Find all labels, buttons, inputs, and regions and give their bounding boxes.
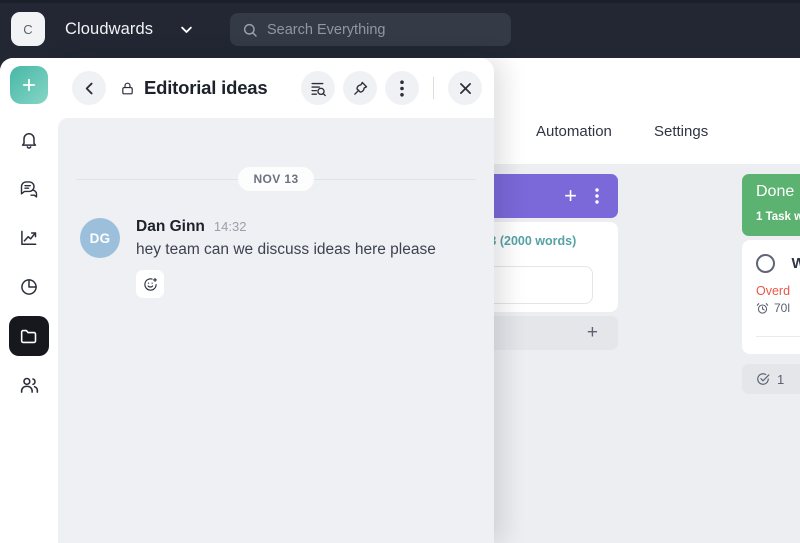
comments-icon — [19, 179, 39, 199]
message-timestamp: 14:32 — [213, 219, 247, 234]
pulse-icon — [19, 228, 39, 248]
done-column-title: Done — [756, 183, 795, 200]
chevron-left-icon[interactable] — [72, 71, 106, 105]
add-task-plus-icon: + — [586, 322, 598, 343]
done-task-name: W — [791, 255, 800, 272]
add-new-icon[interactable] — [10, 66, 48, 104]
sidebar-item-pulse[interactable] — [9, 218, 49, 258]
add-reaction-icon[interactable] — [136, 270, 164, 298]
sidebar-item-notifications[interactable] — [9, 120, 49, 160]
task-time-value: 70l — [774, 301, 791, 315]
notifications-icon — [19, 130, 39, 150]
app-window: C Cloudwards Search Everything d Automat… — [0, 0, 800, 543]
tab-automation[interactable]: Automation — [536, 123, 612, 140]
overdue-status: Overd — [756, 284, 791, 298]
task-complete-checkbox[interactable] — [756, 254, 775, 273]
left-sidebar — [0, 58, 58, 543]
done-task-card[interactable]: W Overd 70l — [742, 240, 800, 354]
search-icon — [242, 22, 258, 38]
search-input[interactable]: Search Everything — [230, 13, 511, 46]
sidebar-item-spaces[interactable] — [9, 316, 49, 356]
date-separator-label: NOV 13 — [238, 167, 314, 191]
tab-settings[interactable]: Settings — [654, 123, 708, 140]
workspace-avatar[interactable]: C — [11, 12, 45, 46]
message-body: Dan Ginn 14:32 hey team can we discuss i… — [136, 218, 436, 298]
search-placeholder: Search Everything — [267, 21, 386, 38]
board-column-header-done: Done 1 Task w — [742, 174, 800, 236]
date-separator: NOV 13 — [58, 166, 494, 192]
more-options-icon[interactable] — [385, 71, 419, 105]
sidebar-item-comments[interactable] — [9, 169, 49, 209]
chat-overlay-panel: Editorial ideas NOV 13 DG Dan Ginn 14:32… — [58, 58, 494, 543]
task-time-row: 70l — [756, 301, 800, 315]
alarm-clock-icon — [756, 302, 769, 315]
dashboards-icon — [19, 277, 39, 297]
card-divider — [756, 336, 800, 337]
close-icon[interactable] — [448, 71, 482, 105]
chevron-down-icon[interactable] — [179, 22, 194, 37]
chat-message: DG Dan Ginn 14:32 hey team can we discus… — [80, 218, 436, 298]
column-more-options-icon[interactable] — [595, 188, 599, 204]
chat-message-list: NOV 13 DG Dan Ginn 14:32 hey team can we… — [58, 118, 494, 543]
column-add-task-button[interactable]: + — [564, 185, 577, 207]
task-count-pill: 1 — [742, 364, 800, 394]
pin-icon[interactable] — [343, 71, 377, 105]
chat-header-actions — [301, 71, 482, 105]
sidebar-item-people[interactable] — [9, 365, 49, 405]
check-circle-icon — [756, 372, 770, 386]
message-text: hey team can we discuss ideas here pleas… — [136, 241, 436, 258]
people-icon — [19, 375, 40, 396]
workspace-name[interactable]: Cloudwards — [65, 20, 153, 39]
sidebar-item-dashboards[interactable] — [9, 267, 49, 307]
chat-panel-header: Editorial ideas — [58, 58, 494, 118]
lock-icon — [120, 81, 135, 96]
header-divider — [433, 77, 434, 99]
page-title: Editorial ideas — [144, 77, 268, 98]
done-column-subtitle: 1 Task w — [756, 211, 800, 223]
message-meta: Dan Ginn 14:32 — [136, 218, 436, 236]
avatar[interactable]: DG — [80, 218, 120, 258]
top-bar: C Cloudwards Search Everything — [0, 0, 800, 58]
message-author: Dan Ginn — [136, 218, 205, 235]
search-in-chat-icon[interactable] — [301, 71, 335, 105]
spaces-folder-icon — [19, 326, 39, 346]
task-count-value: 1 — [777, 371, 785, 387]
